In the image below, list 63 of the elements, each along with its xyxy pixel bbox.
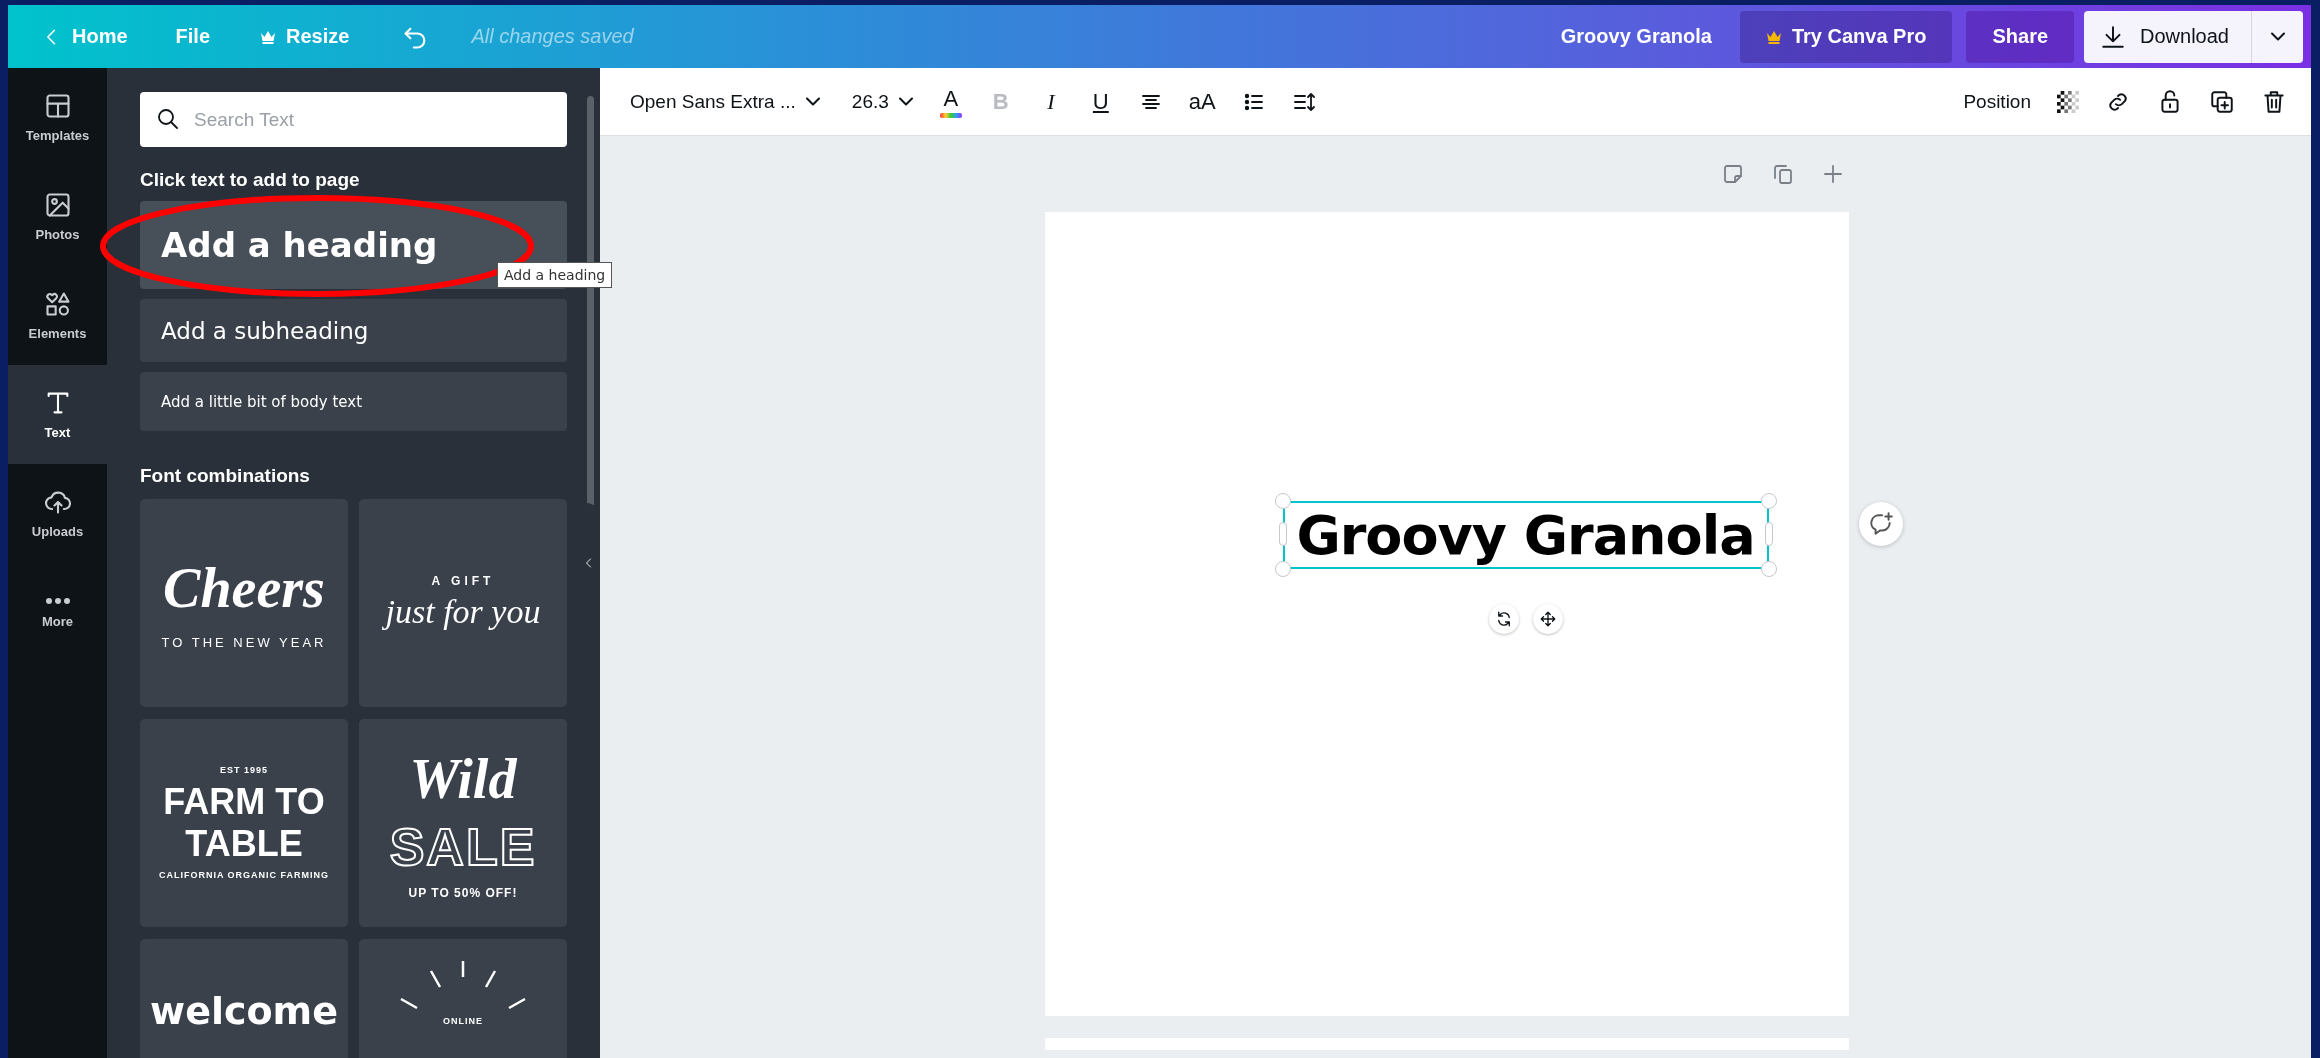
pro-button[interactable]: Try Canva Pro	[1739, 10, 1953, 63]
sample-text: SALE	[389, 816, 537, 877]
chevron-down-icon	[805, 97, 820, 106]
search-field[interactable]: Search Text	[140, 92, 567, 147]
resize-handle[interactable]	[1274, 493, 1291, 509]
sample-text: Wild	[409, 746, 517, 811]
font-combination-card[interactable]: EST 1995 FARM TO TABLE CALIFORNIA ORGANIC FARMING	[140, 719, 348, 927]
design-title[interactable]: Groovy Granola	[1560, 25, 1712, 48]
sample-text: Cheers	[163, 556, 325, 621]
resize-handle[interactable]	[1760, 561, 1777, 577]
sample-text: TO THE NEW YEAR	[161, 636, 327, 650]
checkerboard-icon	[2057, 90, 2079, 113]
font-combination-card[interactable]: Wild SALE UP TO 50% OFF!	[359, 719, 567, 927]
position-button[interactable]: Position	[1953, 79, 2041, 124]
sample-text: EST 1995	[220, 765, 268, 775]
more-icon	[43, 596, 72, 606]
underline-button[interactable]: U	[1078, 79, 1123, 124]
chevron-down-icon	[898, 97, 913, 106]
text-element[interactable]: Groovy Granola	[1282, 501, 1769, 569]
side-handle[interactable]	[1278, 522, 1287, 546]
image-icon	[43, 191, 72, 219]
add-comment-button[interactable]	[1858, 502, 1903, 546]
sample-text: CALIFORNIA ORGANIC FARMING	[158, 871, 330, 881]
font-combination-card[interactable]: Cheers TO THE NEW YEAR	[140, 499, 348, 707]
share-button[interactable]: Share	[1966, 10, 2075, 63]
sample-text: A GIFT	[431, 574, 495, 588]
sample-text: ONLINE	[443, 1017, 483, 1027]
subheading-option[interactable]: Add a subheading	[140, 299, 567, 362]
save-status: All changes saved	[471, 25, 634, 48]
design-page[interactable]: Groovy Granola	[1044, 212, 1849, 1016]
layout-icon	[43, 92, 72, 120]
move-icon	[1538, 610, 1557, 628]
rotate-button[interactable]	[1488, 604, 1519, 634]
tooltip: Add a heading	[497, 262, 613, 288]
body-option[interactable]: Add a little bit of body text	[140, 372, 567, 431]
font-combination-card[interactable]: ONLINE	[359, 939, 567, 1058]
trash-icon	[2261, 88, 2287, 115]
font-dropdown[interactable]: Open Sans Extra ...	[620, 79, 830, 124]
duplicate-icon	[2209, 88, 2235, 115]
text-color-button[interactable]: A	[928, 79, 973, 124]
sample-text: welcome	[150, 989, 338, 1033]
section-title: Font combinations	[140, 465, 311, 487]
search-icon	[156, 107, 180, 131]
resize-handle[interactable]	[1760, 493, 1777, 509]
letter-case-button[interactable]: aA	[1178, 79, 1226, 124]
resize-handle[interactable]	[1274, 561, 1291, 577]
move-button[interactable]	[1532, 604, 1563, 634]
font-combination-card[interactable]: welcome	[140, 939, 348, 1058]
comment-plus-icon	[1867, 511, 1894, 537]
chevron-down-icon	[2270, 32, 2285, 41]
crown-icon	[260, 29, 277, 44]
crown-icon	[1765, 29, 1782, 44]
italic-button[interactable]: I	[1028, 79, 1073, 124]
font-combination-card[interactable]: A GIFT just for you	[359, 499, 567, 707]
sidebar-tab[interactable]: Text	[8, 365, 107, 464]
download-icon	[2100, 23, 2127, 50]
sample-text: FARM TO TABLE	[162, 781, 326, 865]
sample-text: UP TO 50% OFF!	[408, 886, 518, 900]
shapes-icon	[43, 290, 72, 318]
font-size-dropdown[interactable]: 26.3	[841, 79, 923, 124]
download-button[interactable]: Download	[2084, 10, 2251, 63]
panel-heading: Click text to add to page	[140, 169, 361, 191]
side-handle[interactable]	[1764, 522, 1773, 546]
